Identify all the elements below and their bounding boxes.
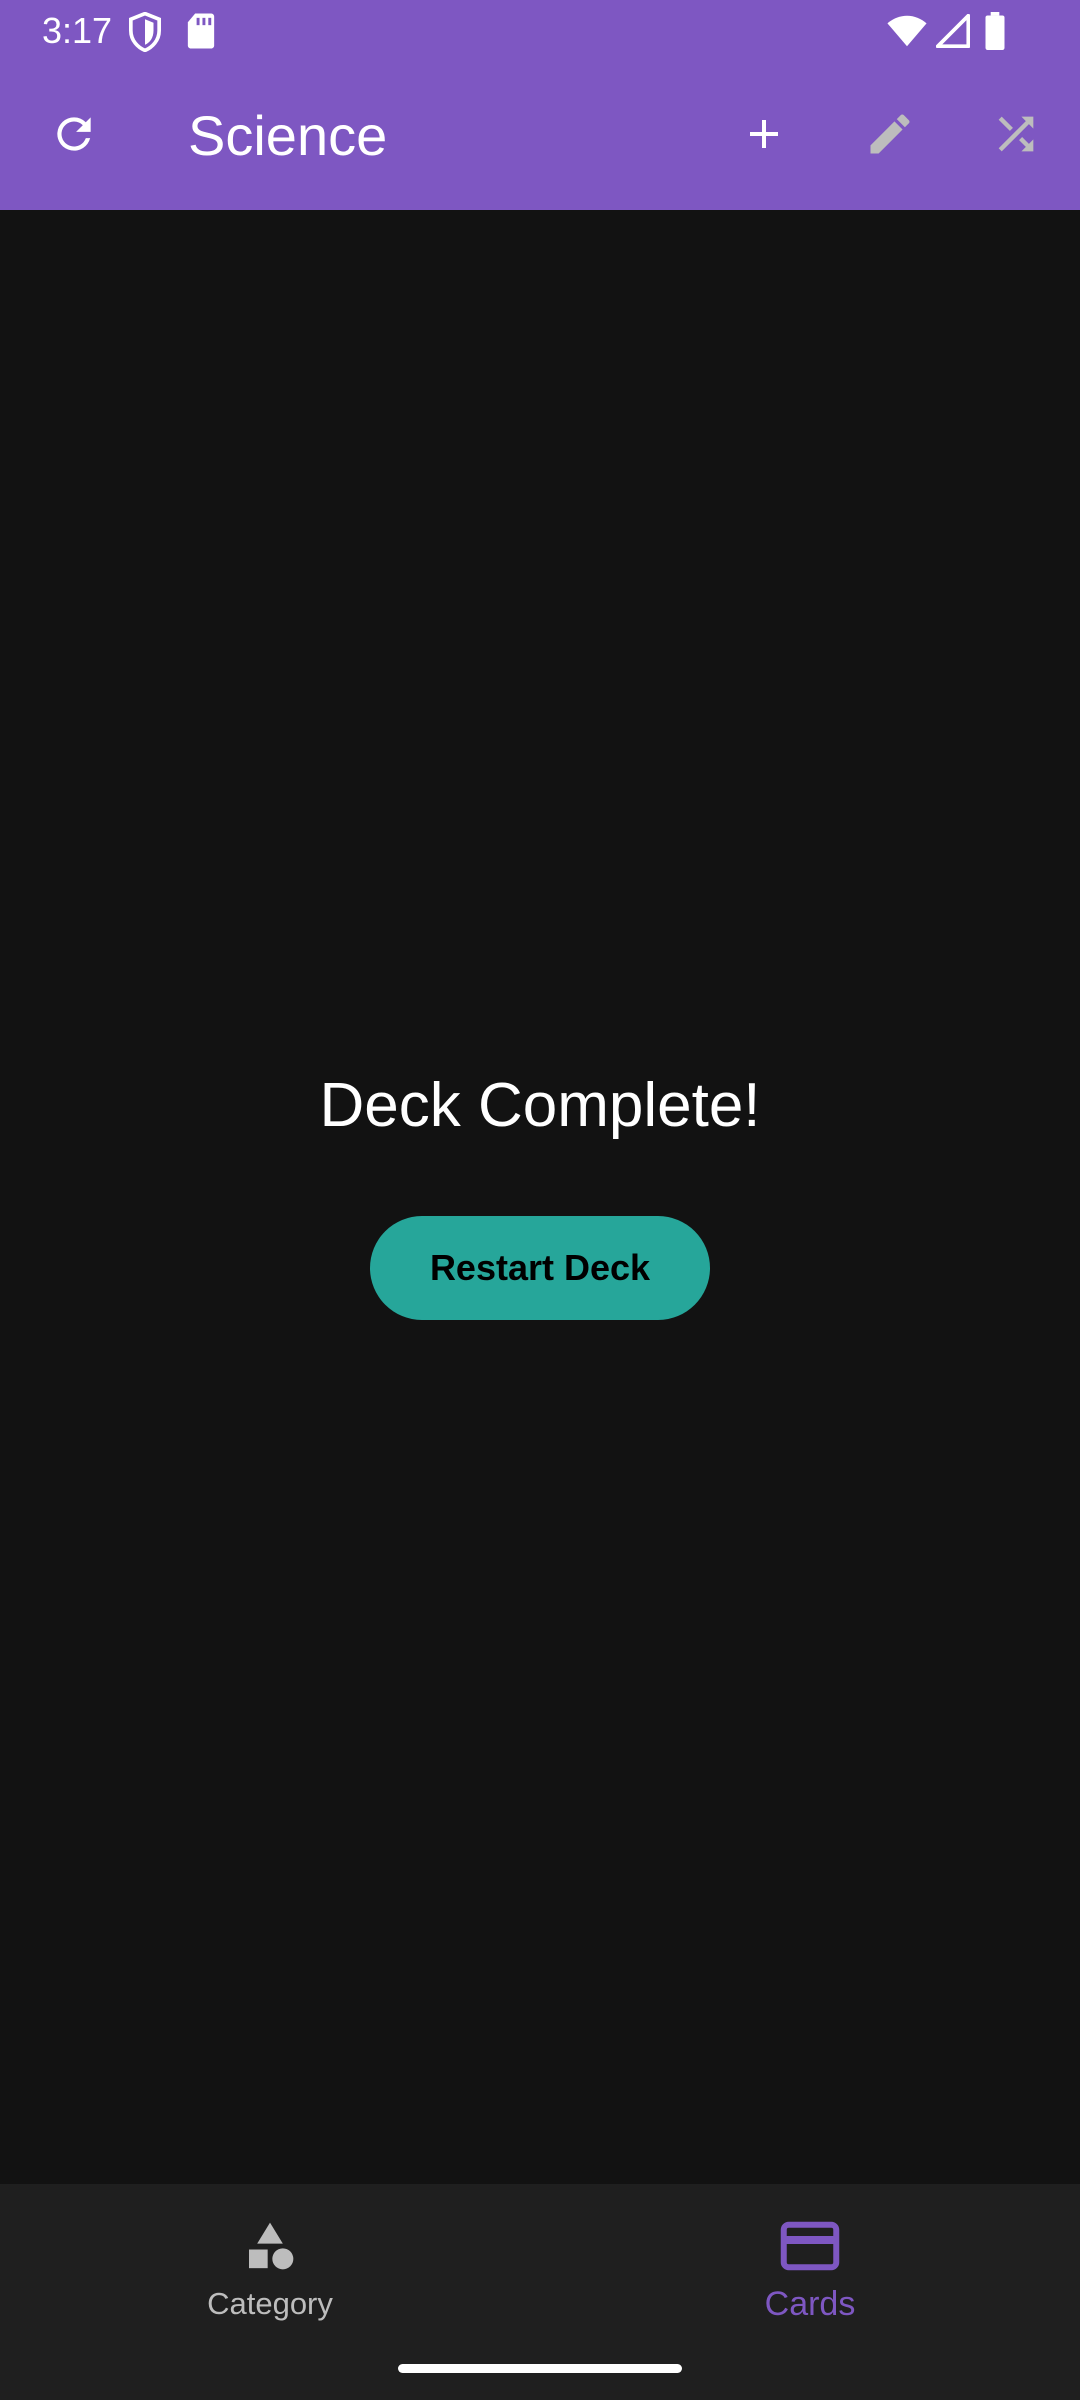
page-title: Science	[188, 104, 388, 167]
nav-item-category[interactable]: Category	[0, 2204, 540, 2354]
status-bar: 3:17	[0, 0, 1080, 63]
add-icon	[740, 110, 788, 163]
app-bar: Science	[0, 63, 1080, 210]
edit-button[interactable]	[842, 88, 938, 184]
shield-icon	[128, 11, 162, 57]
edit-icon	[864, 108, 916, 165]
category-icon	[242, 2214, 298, 2278]
nav-label-cards: Cards	[764, 2285, 856, 2323]
home-indicator[interactable]	[398, 2364, 682, 2373]
restart-deck-button[interactable]: Restart Deck	[370, 1216, 710, 1320]
refresh-button[interactable]	[26, 88, 122, 184]
nav-item-cards[interactable]: Cards	[540, 2204, 1080, 2354]
shuffle-icon	[990, 108, 1042, 165]
signal-icon	[935, 13, 971, 53]
battery-icon	[984, 12, 1006, 55]
app-screen: 3:17 Science Deck Complete! Restart Deck…	[0, 0, 1080, 2400]
deck-content: Deck Complete! Restart Deck	[0, 210, 1080, 2184]
nav-label-category: Category	[207, 2286, 333, 2321]
shuffle-button[interactable]	[968, 88, 1064, 184]
card-icon	[780, 2214, 840, 2278]
wifi-icon	[886, 14, 928, 53]
sd-card-icon	[186, 12, 216, 55]
status-time: 3:17	[42, 10, 113, 51]
refresh-icon	[49, 109, 99, 164]
deck-complete-message: Deck Complete!	[319, 1071, 761, 1140]
add-card-button[interactable]	[716, 88, 812, 184]
